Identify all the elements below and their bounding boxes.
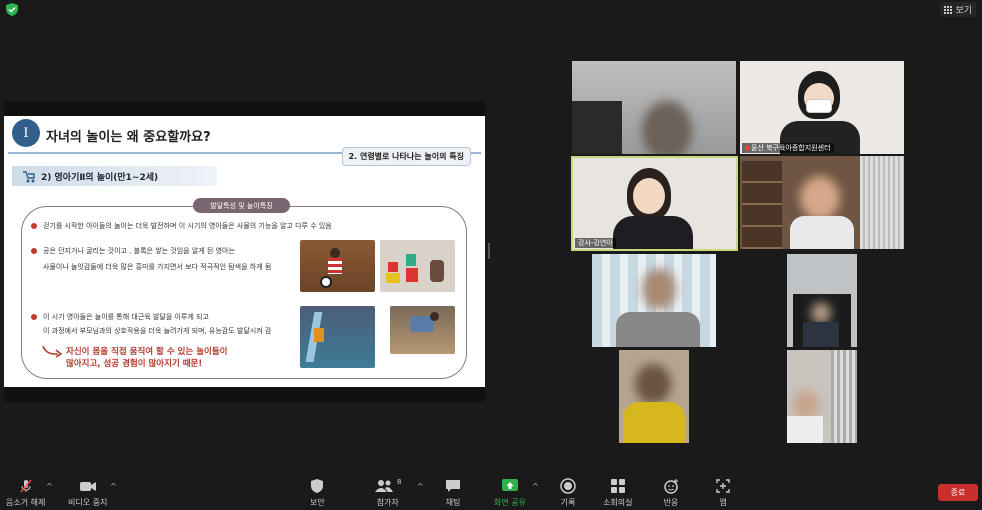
bullet-dot-icon <box>31 223 37 229</box>
photo-slide-play <box>300 306 375 368</box>
participant-name-tag: 울산 북구육아종합지원센터 <box>742 143 834 153</box>
participant-name: 강사-강연아 <box>578 239 613 247</box>
bullet-2-cont: 사물이나 놀잇감들에 더욱 많은 흥미를 가지면서 보다 적극적인 탐색을 하게… <box>43 263 272 271</box>
chat-label: 채팅 <box>445 498 461 507</box>
share-screen-button[interactable]: 화면 공유 <box>494 478 526 508</box>
emphasis-line-1: 자신이 몸을 직접 움직여 할 수 있는 놀이들이 <box>66 347 228 357</box>
video-camera-icon <box>79 482 96 491</box>
slide-title: 자녀의 놀이는 왜 중요할까요? <box>46 130 211 145</box>
participants-count: 8 <box>397 478 402 486</box>
bullet-dot-icon <box>31 314 37 320</box>
apps-icon <box>716 479 730 493</box>
arrow-icon <box>42 345 63 358</box>
view-label: 보기 <box>955 6 972 16</box>
breakout-rooms-icon <box>610 479 625 493</box>
share-options-caret[interactable]: ^ <box>532 482 539 491</box>
record-button[interactable]: 기록 <box>560 478 576 508</box>
bullet-3: 이 시기 영아들은 놀이를 통해 대근육 발달을 이루게 되고 <box>31 310 209 324</box>
stroller-icon <box>23 170 35 182</box>
participant-video-2[interactable]: 울산 북구육아종합지원센터 <box>740 61 904 154</box>
video-options-caret[interactable]: ^ <box>110 482 117 491</box>
reactions-smiley-icon <box>664 479 678 494</box>
emphasis-text: 자신이 몸을 직접 움직여 할 수 있는 놀이들이 많아지고, 성공 경험이 많… <box>66 346 227 370</box>
security-button[interactable]: 보안 <box>310 478 325 508</box>
muted-mic-icon <box>20 479 32 493</box>
participant-video-7[interactable] <box>619 350 689 443</box>
bullet-2: 공은 던지거나 굴리는 것이고 , 블록은 쌓는 것임을 알게 된 영아는 <box>31 244 235 258</box>
chat-icon <box>446 480 460 492</box>
bullet-dot-icon <box>31 248 37 254</box>
section-number: I <box>12 119 40 147</box>
participant-name: 울산 북구육아종합지원센터 <box>751 144 831 152</box>
participants-button[interactable]: 8 참가자 <box>374 478 401 508</box>
participants-label: 참가자 <box>376 498 399 507</box>
share-screen-icon <box>501 479 518 491</box>
chat-button[interactable]: 채팅 <box>445 478 461 508</box>
bullet-1-text: 걷기를 시작한 아이들의 놀이는 더욱 발전하며 이 시기의 영아들은 사물의 … <box>43 222 332 230</box>
grid-icon <box>944 5 953 14</box>
photo-child-ball <box>300 240 375 292</box>
shield-icon <box>311 479 324 493</box>
bullet-2-line1: 공은 던지거나 굴리는 것이고 , 블록은 쌓는 것임을 알게 된 영아는 <box>43 247 235 255</box>
split-divider-handle[interactable] <box>488 243 490 259</box>
stop-video-button[interactable]: 비디오 중지 <box>68 478 107 508</box>
participant-video-4[interactable] <box>740 156 904 249</box>
audio-options-caret[interactable]: ^ <box>46 482 53 491</box>
muted-mic-icon <box>745 145 749 151</box>
security-label: 보안 <box>310 498 325 507</box>
photo-crawling <box>390 306 455 354</box>
unmute-button[interactable]: 음소거 해제 <box>6 478 45 508</box>
breakout-label: 소회의실 <box>603 498 633 507</box>
security-shield-icon <box>6 3 18 16</box>
participant-video-speaker[interactable]: 강사-강연아 <box>571 156 738 251</box>
participant-video-8[interactable] <box>787 350 857 443</box>
photo-blocks <box>380 240 455 292</box>
unmute-label: 음소거 해제 <box>6 498 46 507</box>
end-meeting-button[interactable]: 종료 <box>938 484 978 501</box>
bullet-1: 걷기를 시작한 아이들의 놀이는 더욱 발전하며 이 시기의 영아들은 사물의 … <box>31 219 332 233</box>
participant-name-tag: 강사-강연아 <box>575 238 616 248</box>
share-label: 화면 공유 <box>494 498 526 507</box>
participant-video-1[interactable] <box>572 61 736 154</box>
record-label: 기록 <box>560 498 576 507</box>
stop-video-label: 비디오 중지 <box>68 498 108 507</box>
participant-video-6[interactable] <box>787 254 857 347</box>
bullet-3-line1: 이 시기 영아들은 놀이를 통해 대근육 발달을 이루게 되고 <box>43 313 209 321</box>
emphasis-line-2: 많아지고, 성공 경험이 많아지기 때문! <box>66 359 203 369</box>
participant-video-5[interactable] <box>592 254 716 347</box>
bullet-3-cont: 이 과정에서 부모님과의 상호작용을 더욱 늘려가게 되며, 유능감도 발달시켜… <box>43 327 272 335</box>
slide-subtitle: 2) 영아기Ⅱ의 놀이(만1~2세) <box>12 166 217 186</box>
apps-label: 앱 <box>719 498 727 507</box>
breakout-rooms-button[interactable]: 소회의실 <box>603 478 632 508</box>
content-pill: 발달특성 및 놀이특징 <box>193 198 290 213</box>
reactions-label: 반응 <box>663 498 679 507</box>
presentation-slide: I 자녀의 놀이는 왜 중요할까요? 2. 연령별로 나타나는 놀이의 특징 2… <box>4 116 485 387</box>
meeting-toolbar <box>0 474 982 510</box>
participants-options-caret[interactable]: ^ <box>417 482 424 491</box>
view-button[interactable]: 보기 <box>940 2 976 17</box>
subtitle-text: 2) 영아기Ⅱ의 놀이(만1~2세) <box>41 172 159 183</box>
slide-section-tag: 2. 연령별로 나타나는 놀이의 특징 <box>341 147 471 166</box>
apps-button[interactable]: 앱 <box>716 478 730 508</box>
record-icon <box>560 478 576 494</box>
reactions-button[interactable]: 반응 <box>663 478 679 508</box>
participants-icon <box>375 480 393 492</box>
